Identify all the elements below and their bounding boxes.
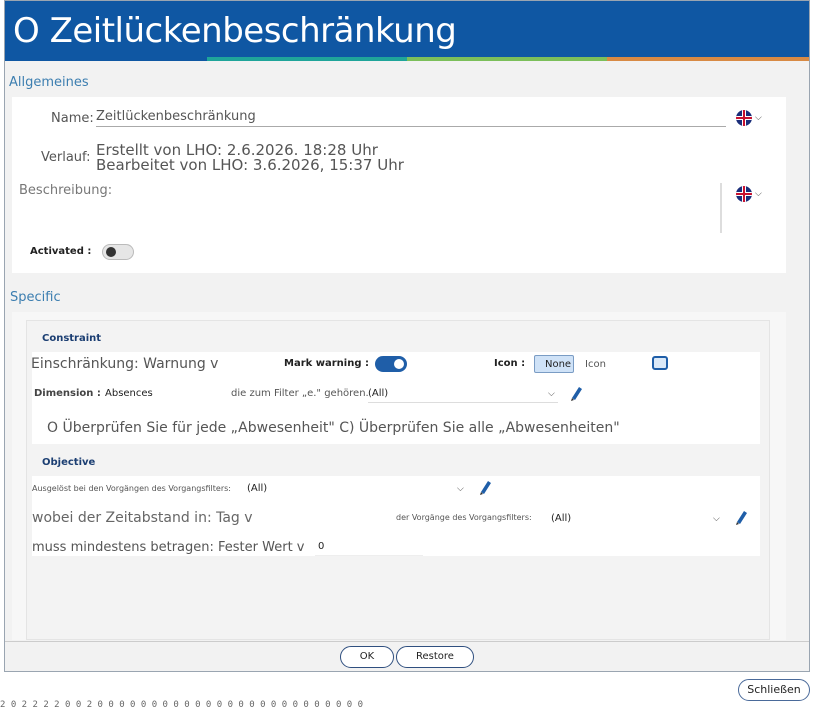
section-specific-title: Specific xyxy=(10,290,61,305)
dimension-value[interactable]: Absences xyxy=(105,388,153,399)
general-panel: Name: Zeitlückenbeschränkung ⌵ Verlauf: … xyxy=(12,97,786,273)
edit-pencil-icon[interactable] xyxy=(569,385,583,401)
window-title: O Zeitlückenbeschränkung xyxy=(13,11,457,51)
check-mode-radio[interactable]: O Überprüfen Sie für jede „Abwesenheit" … xyxy=(47,420,620,436)
gap-unit-select[interactable]: wobei der Zeitabstand in: Tag v xyxy=(32,510,253,526)
uk-flag-icon[interactable] xyxy=(736,110,752,126)
activated-toggle[interactable] xyxy=(102,244,134,260)
chevron-down-icon[interactable]: ⌵ xyxy=(755,188,762,199)
section-general-title: Allgemeines xyxy=(9,75,89,90)
filter-text: die zum Filter „e." gehören. xyxy=(231,388,369,399)
edited-text: Bearbeitet von LHO: 3.6.2026, 15:37 Uhr xyxy=(96,156,404,174)
title-bar: O Zeitlückenbeschränkung xyxy=(5,1,809,61)
restriction-select[interactable]: Einschränkung: Warnung v xyxy=(31,356,218,372)
filter-select[interactable]: (All) ⌵ xyxy=(368,385,558,403)
edit-pencil-icon[interactable] xyxy=(734,509,748,525)
dimension-label: Dimension : xyxy=(34,388,101,399)
icon-label: Icon : xyxy=(494,358,526,369)
activated-label: Activated : xyxy=(30,246,92,257)
name-label: Name: xyxy=(51,111,94,126)
edit-pencil-icon[interactable] xyxy=(478,479,492,495)
name-value: Zeitlückenbeschränkung xyxy=(96,109,256,124)
gap-filter-select[interactable]: (All) ⌵ xyxy=(549,510,723,528)
history-label: Verlauf: xyxy=(41,150,91,165)
chevron-down-icon[interactable]: ⌵ xyxy=(755,112,762,123)
icon-option-label[interactable]: Icon xyxy=(585,359,606,370)
description-input[interactable] xyxy=(96,183,722,233)
stripe-teal xyxy=(207,57,407,61)
accent-stripes xyxy=(5,57,809,61)
triggered-value: (All) xyxy=(247,483,268,494)
icon-none-label: None xyxy=(545,359,572,370)
min-value-type-select[interactable]: muss mindestens betragen: Fester Wert v xyxy=(32,540,305,555)
chevron-down-icon: ⌵ xyxy=(457,483,464,493)
triggered-select[interactable]: (All) ⌵ xyxy=(247,480,469,498)
min-value: 0 xyxy=(318,541,325,552)
background-strip: 2 0 2 2 2 2 0 0 2 0 0 0 0 0 0 0 0 0 0 0 … xyxy=(0,700,364,710)
gap-filter-value: (All) xyxy=(551,513,572,524)
name-input[interactable]: Zeitlückenbeschränkung xyxy=(96,107,726,127)
mark-warning-label: Mark warning : xyxy=(284,358,369,369)
chevron-down-icon: ⌵ xyxy=(548,388,555,398)
uk-flag-icon[interactable] xyxy=(736,186,752,202)
stripe-blue xyxy=(5,57,207,61)
ok-button[interactable]: OK xyxy=(340,646,394,668)
triggered-label: Ausgelöst bei den Vorgängen des Vorgangs… xyxy=(32,484,231,493)
close-button[interactable]: Schließen xyxy=(738,679,810,701)
constraint-title: Constraint xyxy=(42,333,102,344)
stripe-green xyxy=(407,57,607,61)
filter-value: (All) xyxy=(368,388,389,399)
icon-none-button[interactable]: None xyxy=(534,355,574,373)
specific-panel: Constraint Einschränkung: Warnung v Mark… xyxy=(12,312,786,640)
stripe-orange xyxy=(607,57,809,61)
min-value-input[interactable]: 0 xyxy=(315,538,423,556)
restore-button[interactable]: Restore xyxy=(396,646,474,668)
warning-icon[interactable] xyxy=(652,356,668,370)
objective-title: Objective xyxy=(42,457,96,468)
mark-warning-toggle[interactable] xyxy=(375,356,407,372)
dialog-window: O Zeitlückenbeschränkung Allgemeines Nam… xyxy=(4,0,810,672)
gap-filter-label: der Vorgänge des Vorgangsfilters: xyxy=(396,513,532,522)
chevron-down-icon: ⌵ xyxy=(713,513,720,523)
